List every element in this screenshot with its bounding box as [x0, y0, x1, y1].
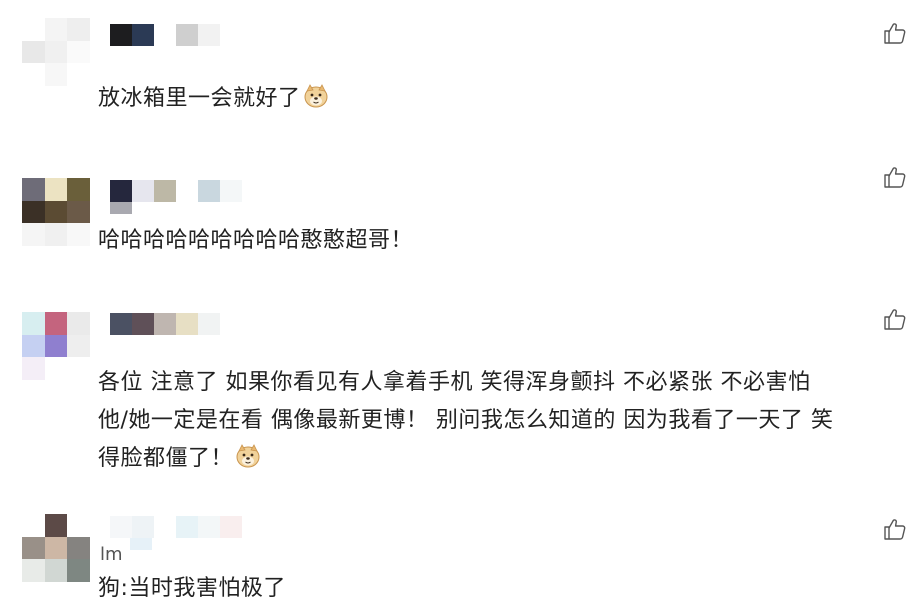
username-pixel: [220, 516, 242, 538]
username-pixel: [198, 24, 220, 46]
avatar-pixel: [22, 200, 45, 224]
avatar-pixel: [22, 514, 45, 537]
username-pixel: [198, 516, 220, 538]
avatar[interactable]: [22, 18, 90, 86]
comment-line-1: 各位 注意了 如果你看见有人拿着手机 笑得浑身颤抖 不必紧张 不必害怕: [98, 370, 811, 395]
user-meta: [110, 202, 132, 214]
avatar-pixel: [22, 334, 45, 358]
comment-text: 放冰箱里一会就好了: [98, 80, 918, 118]
user-meta-text: lm: [100, 544, 123, 565]
avatar-pixel: [67, 312, 90, 335]
doge-emoji-icon: [303, 83, 329, 109]
username-pixel: [176, 24, 198, 46]
avatar-pixel: [44, 536, 68, 560]
avatar-pixel: [22, 536, 45, 560]
username-pixel: [132, 24, 154, 46]
comment-text-content: 放冰箱里一会就好了: [98, 86, 301, 111]
avatar-pixel: [22, 40, 45, 64]
avatar-pixel: [44, 312, 68, 335]
avatar-pixel: [22, 357, 45, 380]
avatar-pixel: [44, 357, 68, 380]
username-pixel: [132, 516, 154, 538]
avatar-pixel: [22, 178, 45, 201]
avatar-pixel: [44, 223, 68, 246]
avatar-pixel: [67, 357, 90, 380]
avatar-pixel: [67, 200, 90, 224]
comment-line-3: 得脸都僵了！: [98, 440, 918, 478]
username[interactable]: [110, 313, 220, 335]
username-pixel: [110, 516, 132, 538]
avatar-pixel: [22, 63, 45, 86]
avatar-pixel: [22, 223, 45, 246]
comment-text-content: 狗:当时我害怕极了: [98, 576, 286, 601]
username-pixel: [110, 180, 132, 202]
avatar-pixel: [44, 334, 68, 358]
avatar-pixel: [44, 40, 68, 64]
comment-line-2: 他/她一定是在看 偶像最新更博！ 别问我怎么知道的 因为我看了一天了 笑: [98, 408, 834, 433]
avatar-pixel: [67, 514, 90, 537]
avatar-pixel: [67, 63, 90, 86]
comment-text: 各位 注意了 如果你看见有人拿着手机 笑得浑身颤抖 不必紧张 不必害怕 他/她一…: [98, 364, 918, 478]
thumbs-up-icon[interactable]: [882, 516, 908, 542]
username-pixel: [154, 313, 176, 335]
avatar-pixel: [44, 18, 68, 41]
avatar-pixel: [22, 312, 45, 335]
avatar-pixel: [67, 40, 90, 64]
avatar-pixel: [67, 334, 90, 358]
meta-pixel: [130, 538, 152, 550]
username-pixel: [198, 313, 220, 335]
username[interactable]: [110, 180, 242, 202]
avatar-pixel: [44, 178, 68, 201]
avatar-pixel: [22, 18, 45, 41]
avatar-pixel: [44, 200, 68, 224]
avatar[interactable]: [22, 514, 90, 582]
username-pixel: [154, 180, 176, 202]
username-pixel: [110, 313, 132, 335]
avatar-pixel: [67, 178, 90, 201]
doge-emoji-icon: [235, 443, 261, 469]
avatar-pixel: [22, 559, 45, 582]
username-pixel: [154, 24, 176, 46]
comment-text: 狗:当时我害怕极了: [98, 570, 918, 608]
comment-text-content: 哈哈哈哈哈哈哈哈哈憨憨超哥！: [98, 228, 414, 253]
thumbs-up-icon[interactable]: [882, 164, 908, 190]
avatar-pixel: [67, 18, 90, 41]
avatar-pixel: [67, 559, 90, 582]
username-pixel: [198, 180, 220, 202]
comment-text: 哈哈哈哈哈哈哈哈哈憨憨超哥！: [98, 222, 918, 260]
comment-line-3-text: 得脸都僵了！: [98, 446, 234, 471]
username-pixel: [154, 516, 176, 538]
user-meta: [130, 538, 152, 550]
avatar-pixel: [44, 559, 68, 582]
avatar-pixel: [67, 223, 90, 246]
username-pixel: [176, 313, 198, 335]
avatar[interactable]: [22, 312, 90, 380]
username-pixel: [132, 313, 154, 335]
username-pixel: [220, 180, 242, 202]
username-pixel: [110, 24, 132, 46]
avatar-pixel: [44, 514, 68, 537]
meta-pixel: [110, 202, 132, 214]
thumbs-up-icon[interactable]: [882, 306, 908, 332]
avatar[interactable]: [22, 178, 90, 246]
thumbs-up-icon[interactable]: [882, 20, 908, 46]
username-pixel: [176, 180, 198, 202]
username[interactable]: [110, 24, 220, 46]
avatar-pixel: [67, 536, 90, 560]
username-pixel: [176, 516, 198, 538]
username-pixel: [132, 180, 154, 202]
avatar-pixel: [44, 63, 68, 86]
username[interactable]: [110, 516, 242, 538]
